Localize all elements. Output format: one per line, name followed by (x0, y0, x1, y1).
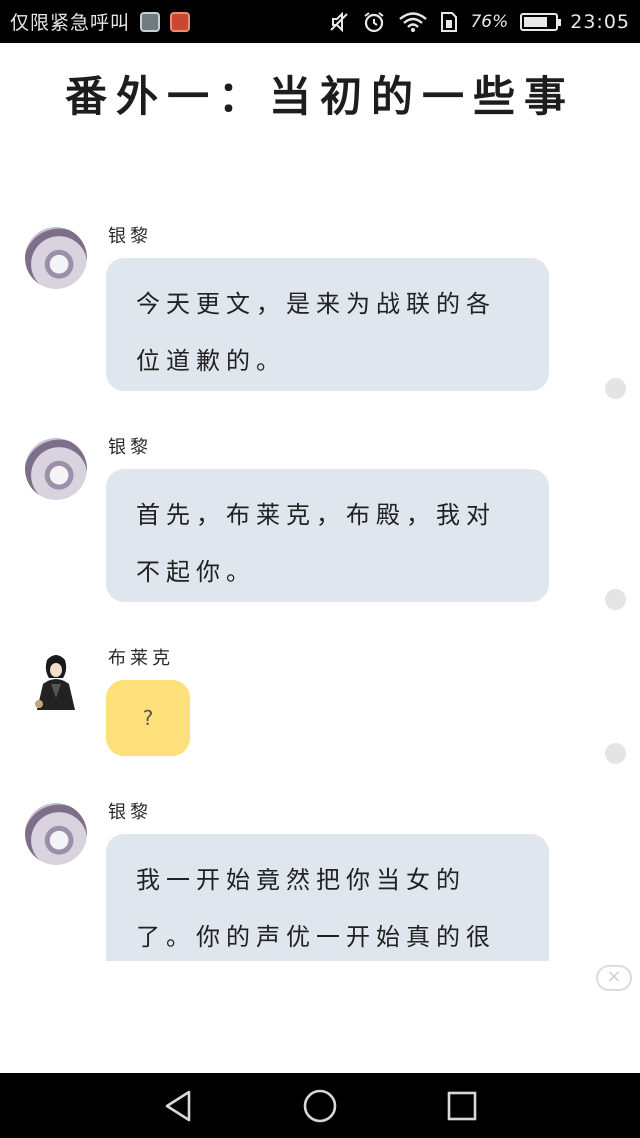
carrier-text: 仅限紧急呼叫 (10, 12, 131, 34)
yinli-avatar[interactable] (25, 227, 87, 289)
gallery-icon (140, 11, 161, 32)
side-dot[interactable] (605, 378, 626, 399)
side-dot[interactable] (605, 743, 626, 764)
yinli-avatar[interactable] (25, 438, 87, 500)
home-button[interactable] (280, 1073, 360, 1138)
message-bubble[interactable]: 首先，布莱克，布殿，我对不起你。 (106, 469, 549, 602)
battery-icon (520, 12, 562, 31)
blake-figure-icon (35, 655, 75, 710)
alarm-icon (364, 11, 385, 32)
blake-avatar[interactable] (25, 648, 87, 710)
chapter-title: 番外一：当初的一些事 (64, 72, 575, 121)
clock: 23:05 (570, 10, 630, 33)
message-bubble[interactable]: 我一开始竟然把你当女的了。你的声优一开始真的很 (106, 834, 549, 961)
status-bar: 仅限紧急呼叫 76% 23:05 (0, 0, 640, 43)
back-button[interactable] (138, 1073, 218, 1138)
side-dot[interactable] (605, 589, 626, 610)
sender-name: 布莱克 (108, 648, 174, 669)
message-bubble[interactable]: 今天更文，是来为战联的各位道歉的。 (106, 258, 549, 391)
message-bubble[interactable]: ? (106, 680, 190, 756)
mute-icon (330, 11, 349, 32)
sender-name: 银黎 (108, 437, 152, 458)
wifi-icon (399, 11, 428, 32)
message-item: 银黎 我一开始竟然把你当女的了。你的声优一开始真的很 (0, 798, 640, 961)
yinli-avatar[interactable] (25, 803, 87, 865)
app-notification-icon (170, 11, 191, 32)
navigation-bar (0, 1073, 640, 1138)
sender-name: 银黎 (108, 802, 152, 823)
recents-button[interactable] (422, 1073, 502, 1138)
close-ad-button[interactable]: × (596, 965, 632, 991)
sim-icon (441, 11, 458, 32)
battery-percent: 76% (470, 11, 509, 32)
home-icon (303, 1089, 337, 1122)
recents-icon (447, 1091, 477, 1120)
back-icon (165, 1090, 191, 1121)
sender-name: 银黎 (108, 226, 152, 247)
